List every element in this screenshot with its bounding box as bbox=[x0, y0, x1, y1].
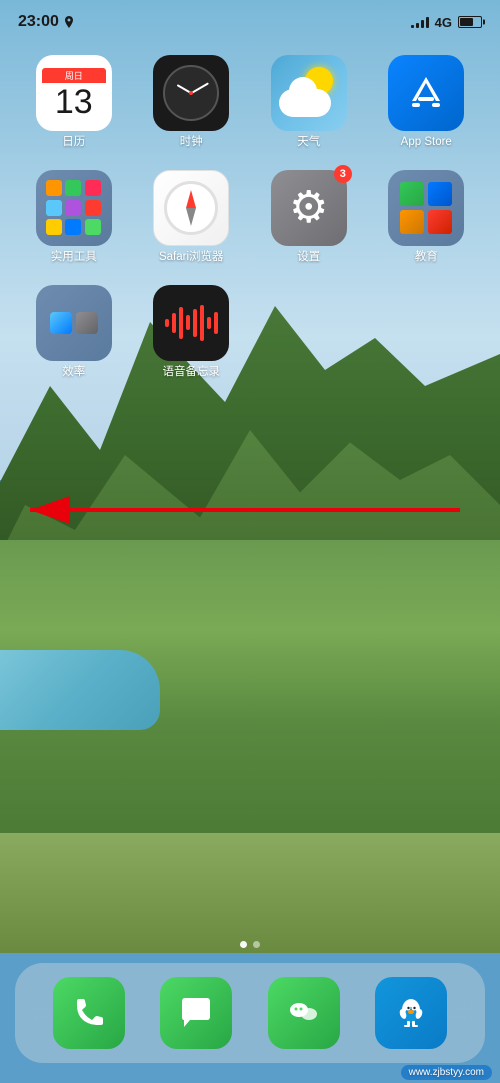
app-utilities[interactable]: 实用工具 bbox=[20, 170, 128, 265]
edu-app-3 bbox=[400, 210, 424, 234]
clock-minute-hand bbox=[191, 82, 209, 93]
calendar-icon: 周日 13 bbox=[36, 55, 112, 131]
education-label: 教育 bbox=[415, 251, 438, 265]
calendar-day: 13 bbox=[55, 85, 93, 119]
mini-app-9 bbox=[85, 219, 101, 235]
app-grid: 周日 13 日历 时钟 天气 Ap bbox=[20, 55, 480, 379]
edu-app-2 bbox=[428, 182, 452, 206]
dock-app-wechat[interactable] bbox=[268, 977, 340, 1049]
eff-app-2 bbox=[76, 312, 98, 334]
calendar-weekday: 周日 bbox=[42, 68, 106, 83]
clock-label: 时钟 bbox=[180, 136, 203, 150]
app-settings[interactable]: ⚙ 3 设置 bbox=[255, 170, 363, 265]
dock-app-qq[interactable] bbox=[375, 977, 447, 1049]
edu-app-1 bbox=[400, 182, 424, 206]
mini-app-6 bbox=[85, 200, 101, 216]
safari-compass bbox=[164, 181, 218, 235]
settings-badge: 3 bbox=[334, 165, 352, 183]
utilities-icon bbox=[36, 170, 112, 246]
appstore-logo bbox=[404, 71, 448, 115]
network-type: 4G bbox=[435, 15, 452, 30]
dock-app-messages[interactable] bbox=[160, 977, 232, 1049]
clock-center bbox=[189, 91, 193, 95]
location-icon bbox=[64, 16, 74, 28]
safari-icon bbox=[153, 170, 229, 246]
voicememo-icon bbox=[153, 285, 229, 361]
settings-label: 设置 bbox=[297, 251, 320, 265]
app-efficiency[interactable]: 效率 bbox=[20, 285, 128, 380]
battery-fill bbox=[460, 18, 473, 26]
mini-app-2 bbox=[65, 180, 81, 196]
eff-app-1 bbox=[50, 312, 72, 334]
page-dot-2 bbox=[253, 941, 260, 948]
dock-app-phone[interactable] bbox=[53, 977, 125, 1049]
status-time: 23:00 bbox=[18, 13, 59, 31]
mini-app-8 bbox=[65, 219, 81, 235]
river bbox=[0, 650, 160, 730]
appstore-icon bbox=[388, 55, 464, 131]
wave-2 bbox=[172, 313, 176, 333]
app-education[interactable]: 教育 bbox=[373, 170, 481, 265]
clock-face bbox=[163, 65, 219, 121]
signal-bar-1 bbox=[411, 25, 414, 28]
weather-cloud bbox=[279, 89, 331, 117]
edu-app-4 bbox=[428, 210, 452, 234]
qq-icon bbox=[375, 977, 447, 1049]
ground-bottom bbox=[0, 833, 500, 953]
wave-7 bbox=[207, 317, 211, 329]
battery bbox=[458, 16, 482, 28]
messages-glyph bbox=[176, 993, 216, 1033]
mini-app-5 bbox=[65, 200, 81, 216]
wave-8 bbox=[214, 312, 218, 334]
safari-label: Safari浏览器 bbox=[159, 251, 224, 265]
efficiency-icon bbox=[36, 285, 112, 361]
weather-icon bbox=[271, 55, 347, 131]
voicememo-label: 语音备忘录 bbox=[163, 366, 221, 380]
efficiency-label: 效率 bbox=[62, 366, 85, 380]
mini-app-4 bbox=[46, 200, 62, 216]
signal-bars bbox=[411, 16, 429, 28]
wave-4 bbox=[186, 315, 190, 330]
app-clock[interactable]: 时钟 bbox=[138, 55, 246, 150]
app-weather[interactable]: 天气 bbox=[255, 55, 363, 150]
wave-6 bbox=[200, 305, 204, 341]
settings-icon: ⚙ 3 bbox=[271, 170, 347, 246]
phone-glyph bbox=[69, 993, 109, 1033]
education-icon bbox=[388, 170, 464, 246]
clock-icon bbox=[153, 55, 229, 131]
compass-south bbox=[186, 208, 196, 226]
waveform bbox=[165, 303, 218, 343]
mini-app-7 bbox=[46, 219, 62, 235]
qq-glyph bbox=[390, 992, 432, 1034]
messages-icon bbox=[160, 977, 232, 1049]
app-calendar[interactable]: 周日 13 日历 bbox=[20, 55, 128, 150]
status-bar: 23:00 4G bbox=[0, 0, 500, 44]
wave-5 bbox=[193, 309, 197, 337]
watermark: www.zjbstyy.com bbox=[401, 1067, 492, 1078]
mini-app-3 bbox=[85, 180, 101, 196]
app-appstore[interactable]: App Store bbox=[373, 55, 481, 150]
page-dots bbox=[0, 941, 500, 948]
wechat-icon bbox=[268, 977, 340, 1049]
signal-bar-3 bbox=[421, 20, 424, 28]
calendar-label: 日历 bbox=[62, 136, 85, 150]
mini-app-1 bbox=[46, 180, 62, 196]
app-voicememo[interactable]: 语音备忘录 bbox=[138, 285, 246, 380]
settings-gear-icon: ⚙ bbox=[285, 184, 333, 232]
appstore-label: App Store bbox=[401, 136, 452, 150]
dock bbox=[15, 963, 485, 1063]
weather-label: 天气 bbox=[297, 136, 320, 150]
wave-1 bbox=[165, 319, 169, 327]
signal-bar-4 bbox=[426, 17, 429, 28]
status-right: 4G bbox=[411, 15, 482, 30]
wechat-glyph bbox=[283, 992, 325, 1034]
page-dot-1 bbox=[240, 941, 247, 948]
utilities-label: 实用工具 bbox=[51, 251, 97, 265]
app-safari[interactable]: Safari浏览器 bbox=[138, 170, 246, 265]
signal-bar-2 bbox=[416, 23, 419, 28]
compass-north bbox=[186, 190, 196, 208]
wave-3 bbox=[179, 307, 183, 339]
phone-icon bbox=[53, 977, 125, 1049]
